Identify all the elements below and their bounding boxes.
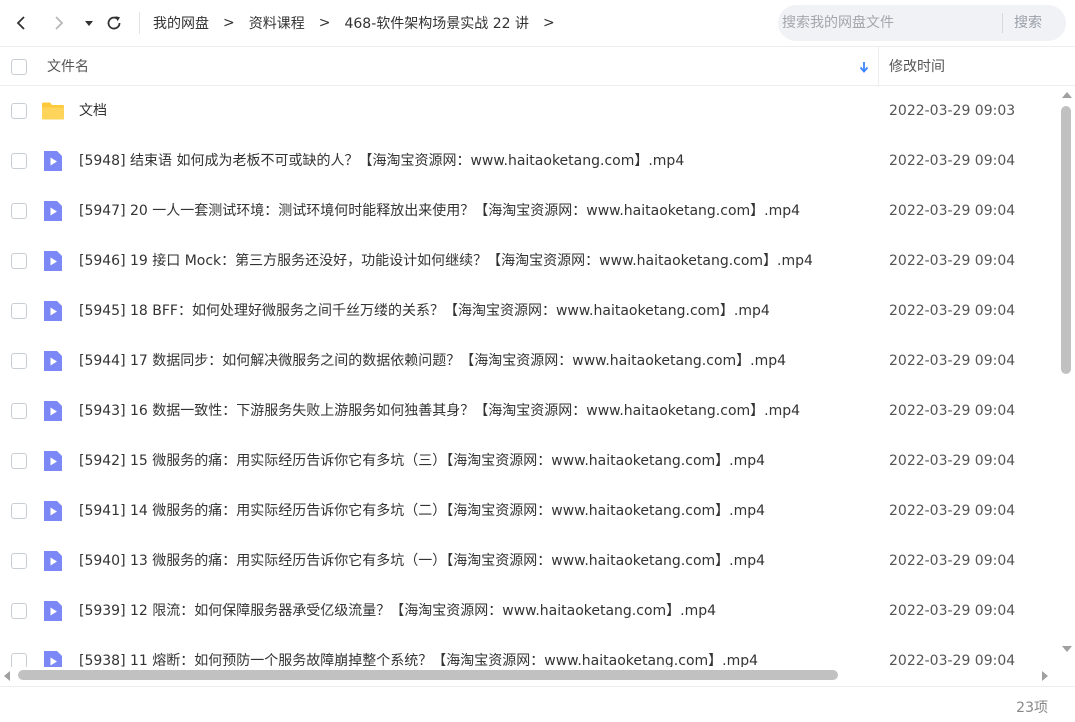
- scroll-right-arrow-icon[interactable]: [1042, 671, 1048, 681]
- row-checkbox[interactable]: [11, 353, 27, 369]
- folder-icon: [42, 102, 64, 120]
- breadcrumb-separator: >: [318, 15, 331, 31]
- video-file-icon: [44, 351, 62, 371]
- file-row[interactable]: [5938] 11 熔断：如何预防一个服务故障崩掉整个系统？【海淘宝资源网：ww…: [0, 636, 1058, 667]
- file-list: 文档 2022-03-29 09:03 [5948] 结束语 如何成为老板不可或…: [0, 86, 1058, 667]
- file-row[interactable]: [5944] 17 数据同步：如何解决微服务之间的数据依赖问题？【海淘宝资源网：…: [0, 336, 1058, 386]
- file-name[interactable]: [5948] 结束语 如何成为老板不可或缺的人？【海淘宝资源网：www.hait…: [79, 136, 684, 186]
- file-name[interactable]: [5942] 15 微服务的痛：用实际经历告诉你它有多坑（三）【海淘宝资源网：w…: [79, 436, 765, 486]
- file-row[interactable]: [5940] 13 微服务的痛：用实际经历告诉你它有多坑（一）【海淘宝资源网：w…: [0, 536, 1058, 586]
- file-row[interactable]: [5946] 19 接口 Mock：第三方服务还没好，功能设计如何继续？【海淘宝…: [0, 236, 1058, 286]
- file-list-header: 文件名 修改时间: [0, 46, 1075, 87]
- row-checkbox[interactable]: [11, 303, 27, 319]
- video-file-icon: [44, 651, 62, 667]
- file-row[interactable]: [5941] 14 微服务的痛：用实际经历告诉你它有多坑（二）【海淘宝资源网：w…: [0, 486, 1058, 536]
- file-row[interactable]: [5945] 18 BFF：如何处理好微服务之间千丝万缕的关系？【海淘宝资源网：…: [0, 286, 1058, 336]
- file-name[interactable]: [5945] 18 BFF：如何处理好微服务之间千丝万缕的关系？【海淘宝资源网：…: [79, 286, 770, 336]
- file-row[interactable]: [5939] 12 限流：如何保障服务器承受亿级流量？【海淘宝资源网：www.h…: [0, 586, 1058, 636]
- file-modified-time: 2022-03-29 09:04: [889, 553, 1016, 569]
- video-file-icon: [44, 401, 62, 421]
- column-header-modified[interactable]: 修改时间: [889, 47, 945, 87]
- vertical-scroll-thumb[interactable]: [1061, 106, 1071, 374]
- file-modified-time: 2022-03-29 09:04: [889, 203, 1016, 219]
- file-modified-time: 2022-03-29 09:04: [889, 653, 1016, 667]
- file-modified-time: 2022-03-29 09:04: [889, 453, 1016, 469]
- file-modified-time: 2022-03-29 09:03: [889, 103, 1016, 119]
- refresh-button[interactable]: [101, 10, 127, 36]
- file-modified-time: 2022-03-29 09:04: [889, 153, 1016, 169]
- file-name[interactable]: [5947] 20 一人一套测试环境：测试环境何时能释放出来使用？【海淘宝资源网…: [79, 186, 800, 236]
- file-name[interactable]: [5941] 14 微服务的痛：用实际经历告诉你它有多坑（二）【海淘宝资源网：w…: [79, 486, 765, 536]
- file-row[interactable]: [5943] 16 数据一致性：下游服务失败上游服务如何独善其身？【海淘宝资源网…: [0, 386, 1058, 436]
- file-row[interactable]: [5948] 结束语 如何成为老板不可或缺的人？【海淘宝资源网：www.hait…: [0, 136, 1058, 186]
- sort-arrow-down-icon[interactable]: [857, 59, 871, 75]
- file-name[interactable]: 文档: [79, 86, 107, 136]
- file-name[interactable]: [5939] 12 限流：如何保障服务器承受亿级流量？【海淘宝资源网：www.h…: [79, 586, 716, 636]
- file-name[interactable]: [5940] 13 微服务的痛：用实际经历告诉你它有多坑（一）【海淘宝资源网：w…: [79, 536, 765, 586]
- row-checkbox[interactable]: [11, 153, 27, 169]
- row-checkbox[interactable]: [11, 653, 27, 667]
- status-footer: 23项: [0, 686, 1075, 722]
- select-all-checkbox[interactable]: [11, 59, 27, 75]
- video-file-icon: [44, 301, 62, 321]
- row-checkbox[interactable]: [11, 453, 27, 469]
- file-row[interactable]: [5942] 15 微服务的痛：用实际经历告诉你它有多坑（三）【海淘宝资源网：w…: [0, 436, 1058, 486]
- video-file-icon: [44, 201, 62, 221]
- top-navigation-bar: 我的网盘 > 资料课程 > 468-软件架构场景实战 22 讲 > 搜索: [0, 0, 1075, 46]
- scroll-down-arrow-icon[interactable]: [1062, 646, 1072, 652]
- file-modified-time: 2022-03-29 09:04: [889, 353, 1016, 369]
- column-header-name[interactable]: 文件名: [47, 47, 89, 87]
- search-box: 搜索: [778, 5, 1066, 41]
- file-modified-time: 2022-03-29 09:04: [889, 253, 1016, 269]
- search-button[interactable]: 搜索: [1014, 5, 1042, 41]
- breadcrumb: 我的网盘 > 资料课程 > 468-软件架构场景实战 22 讲 >: [140, 0, 569, 46]
- chevron-right-icon: [55, 16, 64, 30]
- video-file-icon: [44, 501, 62, 521]
- refresh-icon: [107, 16, 121, 30]
- caret-down-icon: [85, 21, 93, 26]
- row-checkbox[interactable]: [11, 403, 27, 419]
- vertical-scrollbar[interactable]: [1058, 86, 1075, 667]
- video-file-icon: [44, 601, 62, 621]
- row-checkbox[interactable]: [11, 503, 27, 519]
- file-name[interactable]: [5943] 16 数据一致性：下游服务失败上游服务如何独善其身？【海淘宝资源网…: [79, 386, 800, 436]
- file-name[interactable]: [5938] 11 熔断：如何预防一个服务故障崩掉整个系统？【海淘宝资源网：ww…: [79, 636, 758, 667]
- file-name[interactable]: [5946] 19 接口 Mock：第三方服务还没好，功能设计如何继续？【海淘宝…: [79, 236, 813, 286]
- file-modified-time: 2022-03-29 09:04: [889, 603, 1016, 619]
- file-row[interactable]: [5947] 20 一人一套测试环境：测试环境何时能释放出来使用？【海淘宝资源网…: [0, 186, 1058, 236]
- row-checkbox[interactable]: [11, 103, 27, 119]
- search-divider: [1002, 13, 1003, 33]
- row-checkbox[interactable]: [11, 603, 27, 619]
- chevron-left-icon: [16, 16, 25, 30]
- row-checkbox[interactable]: [11, 253, 27, 269]
- video-file-icon: [44, 451, 62, 471]
- history-dropdown-button[interactable]: [76, 10, 102, 36]
- file-modified-time: 2022-03-29 09:04: [889, 403, 1016, 419]
- breadcrumb-item-current[interactable]: 468-软件架构场景实战 22 讲: [344, 13, 529, 33]
- row-checkbox[interactable]: [11, 553, 27, 569]
- row-checkbox[interactable]: [11, 203, 27, 219]
- video-file-icon: [44, 151, 62, 171]
- horizontal-scrollbar[interactable]: [0, 667, 1058, 684]
- item-count: 23项: [1016, 700, 1048, 716]
- file-name[interactable]: [5944] 17 数据同步：如何解决微服务之间的数据依赖问题？【海淘宝资源网：…: [79, 336, 786, 386]
- file-row[interactable]: 文档 2022-03-29 09:03: [0, 86, 1058, 136]
- breadcrumb-more-button[interactable]: >: [543, 15, 555, 31]
- breadcrumb-item-courses[interactable]: 资料课程: [249, 13, 305, 33]
- file-modified-time: 2022-03-29 09:04: [889, 503, 1016, 519]
- breadcrumb-item-root[interactable]: 我的网盘: [153, 13, 209, 33]
- video-file-icon: [44, 551, 62, 571]
- scroll-up-arrow-icon[interactable]: [1062, 92, 1072, 98]
- search-input[interactable]: [782, 5, 992, 41]
- back-button[interactable]: [8, 10, 34, 36]
- column-divider[interactable]: [878, 47, 879, 87]
- file-modified-time: 2022-03-29 09:04: [889, 303, 1016, 319]
- forward-button[interactable]: [46, 10, 72, 36]
- scroll-left-arrow-icon[interactable]: [4, 671, 10, 681]
- video-file-icon: [44, 251, 62, 271]
- breadcrumb-separator: >: [223, 15, 235, 31]
- horizontal-scroll-thumb[interactable]: [18, 670, 838, 680]
